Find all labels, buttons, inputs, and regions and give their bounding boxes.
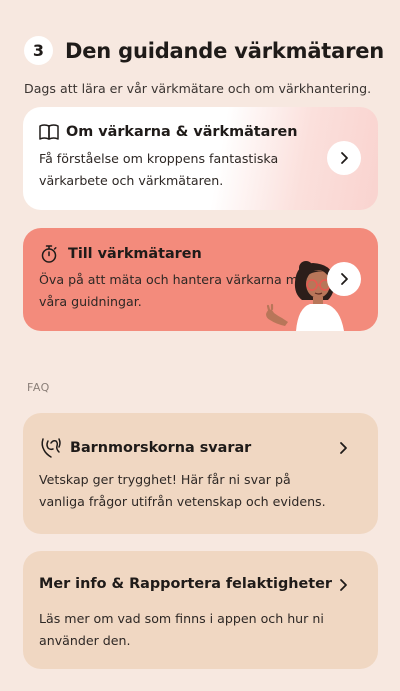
open-card-button[interactable] [327,141,361,175]
card-title-row: Barnmorskorna svarar [39,437,251,459]
card-description: Vetskap ger trygghet! Här får ni svar på… [39,469,326,513]
section-header: 3 Den guidande värkmätaren [24,36,384,65]
card-title: Om värkarna & värkmätaren [66,124,298,140]
midwife-hands-icon [41,438,61,458]
card-title-row: Mer info & Rapportera felaktigheter [39,576,332,592]
card-about-contractions[interactable]: Om värkarna & värkmätaren Få förståelse … [23,107,378,210]
card-text-line: värkarbete och värkmätaren. [39,173,224,188]
card-title: Barnmorskorna svarar [70,440,252,456]
chevron-right-icon [341,152,348,164]
chevron-right-icon [340,442,347,454]
faq-section-label: FAQ [27,381,50,394]
open-contraction-meter-button[interactable] [327,262,361,296]
chevron-right-icon [341,273,348,285]
card-title-row: Om värkarna & värkmätaren [39,123,298,141]
faq-item-more-info-report[interactable]: Mer info & Rapportera felaktigheter Läs … [23,551,378,669]
card-description: Läs mer om vad som finns i appen och hur… [39,608,324,652]
step-number-badge: 3 [24,36,53,65]
card-title: Till värkmätaren [68,246,202,262]
card-text-line: använder den. [39,633,131,648]
faq-item-midwives-answer[interactable]: Barnmorskorna svarar Vetskap ger trygghe… [23,413,378,534]
card-text-line: vanliga frågor utifrån vetenskap och evi… [39,494,326,509]
section-description: Dags att lära er vår värkmätare och om v… [24,81,372,96]
page-title: Den guidande värkmätaren [65,38,385,63]
card-text-line: Vetskap ger trygghet! Här får ni svar på [39,472,291,487]
card-title: Mer info & Rapportera felaktigheter [39,576,333,592]
card-description: Få förståelse om kroppens fantastiska vä… [39,148,278,192]
card-title-row: Till värkmätaren [39,244,202,264]
card-text-line: Läs mer om vad som finns i appen och hur… [39,611,324,626]
stopwatch-icon [41,245,57,263]
card-text-line: Få förståelse om kroppens fantastiska [39,151,279,166]
open-book-icon [39,124,59,140]
chevron-right-icon [340,579,347,591]
